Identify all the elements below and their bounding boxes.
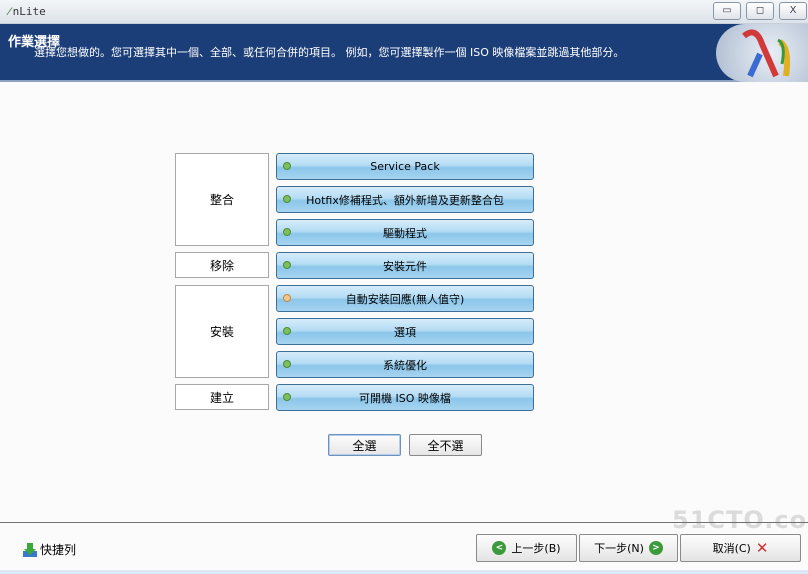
app-title: ⁄nLite <box>6 5 46 19</box>
task-drivers[interactable]: 驅動程式 <box>276 219 534 246</box>
nlite-logo <box>716 24 808 82</box>
task-options[interactable]: 選項 <box>276 318 534 345</box>
shortcut-label: 快捷列 <box>40 543 77 557</box>
task-unattended[interactable]: 自動安裝回應(無人值守) <box>276 285 534 312</box>
maximize-button[interactable]: ◻ <box>746 2 774 20</box>
close-button[interactable]: X <box>779 2 807 20</box>
status-dot-icon <box>283 261 291 269</box>
status-dot-icon <box>283 162 291 170</box>
page-description: 選擇您想做的。您可選擇其中一個、全部、或任何合併的項目。 例如，您可選擇製作一個… <box>34 46 625 59</box>
shortcut-link[interactable]: 快捷列 <box>22 541 76 558</box>
select-none-button[interactable]: 全不選 <box>409 434 482 456</box>
status-dot-icon <box>283 393 291 401</box>
window-title: nLite <box>12 5 46 18</box>
back-button[interactable]: < 上一步(B) <box>476 534 577 562</box>
task-label: 驅動程式 <box>383 226 427 240</box>
status-dot-icon <box>283 360 291 368</box>
title-bar: ⁄nLite ▭ ◻ X <box>0 0 808 24</box>
watermark: 51CTO.com <box>672 506 808 534</box>
group-setup: 安裝 <box>175 285 269 378</box>
close-x-icon: ✕ <box>755 539 769 557</box>
task-label: 系統優化 <box>383 358 427 372</box>
app-logo-icon: ⁄ <box>6 5 13 18</box>
status-dot-icon <box>283 327 291 335</box>
task-label: 安裝元件 <box>383 259 427 273</box>
task-hotfix[interactable]: Hotfix修補程式、額外新增及更新整合包 <box>276 186 534 213</box>
task-components[interactable]: 安裝元件 <box>276 252 534 279</box>
cancel-label: 取消(C) <box>712 542 751 555</box>
download-arrow-icon <box>23 542 37 557</box>
task-bootable-iso[interactable]: 可開機 ISO 映像檔 <box>276 384 534 411</box>
task-label: 自動安裝回應(無人值守) <box>345 292 465 306</box>
task-label: Hotfix修補程式、額外新增及更新整合包 <box>306 193 504 207</box>
task-service-pack[interactable]: Service Pack <box>276 153 534 180</box>
minimize-button[interactable]: ▭ <box>713 2 741 20</box>
next-button[interactable]: 下一步(N) > <box>579 534 678 562</box>
bottom-strip <box>0 570 808 574</box>
select-all-button[interactable]: 全選 <box>328 434 401 456</box>
task-label: Service Pack <box>370 160 440 173</box>
group-remove: 移除 <box>175 252 269 278</box>
cancel-button[interactable]: 取消(C) ✕ <box>680 534 801 562</box>
arrow-right-icon: > <box>648 541 663 555</box>
task-label: 可開機 ISO 映像檔 <box>359 391 451 405</box>
header-banner: 作業選擇 選擇您想做的。您可選擇其中一個、全部、或任何合併的項目。 例如，您可選… <box>0 24 808 82</box>
status-dot-icon <box>283 195 291 203</box>
task-tweaks[interactable]: 系統優化 <box>276 351 534 378</box>
group-create: 建立 <box>175 384 269 410</box>
status-dot-icon <box>283 228 291 236</box>
group-integrate: 整合 <box>175 153 269 246</box>
task-label: 選項 <box>394 325 416 339</box>
back-label: 上一步(B) <box>511 542 561 555</box>
footer-divider <box>0 522 808 523</box>
next-label: 下一步(N) <box>594 542 644 555</box>
arrow-left-icon: < <box>492 541 507 555</box>
status-dot-icon <box>283 294 291 302</box>
